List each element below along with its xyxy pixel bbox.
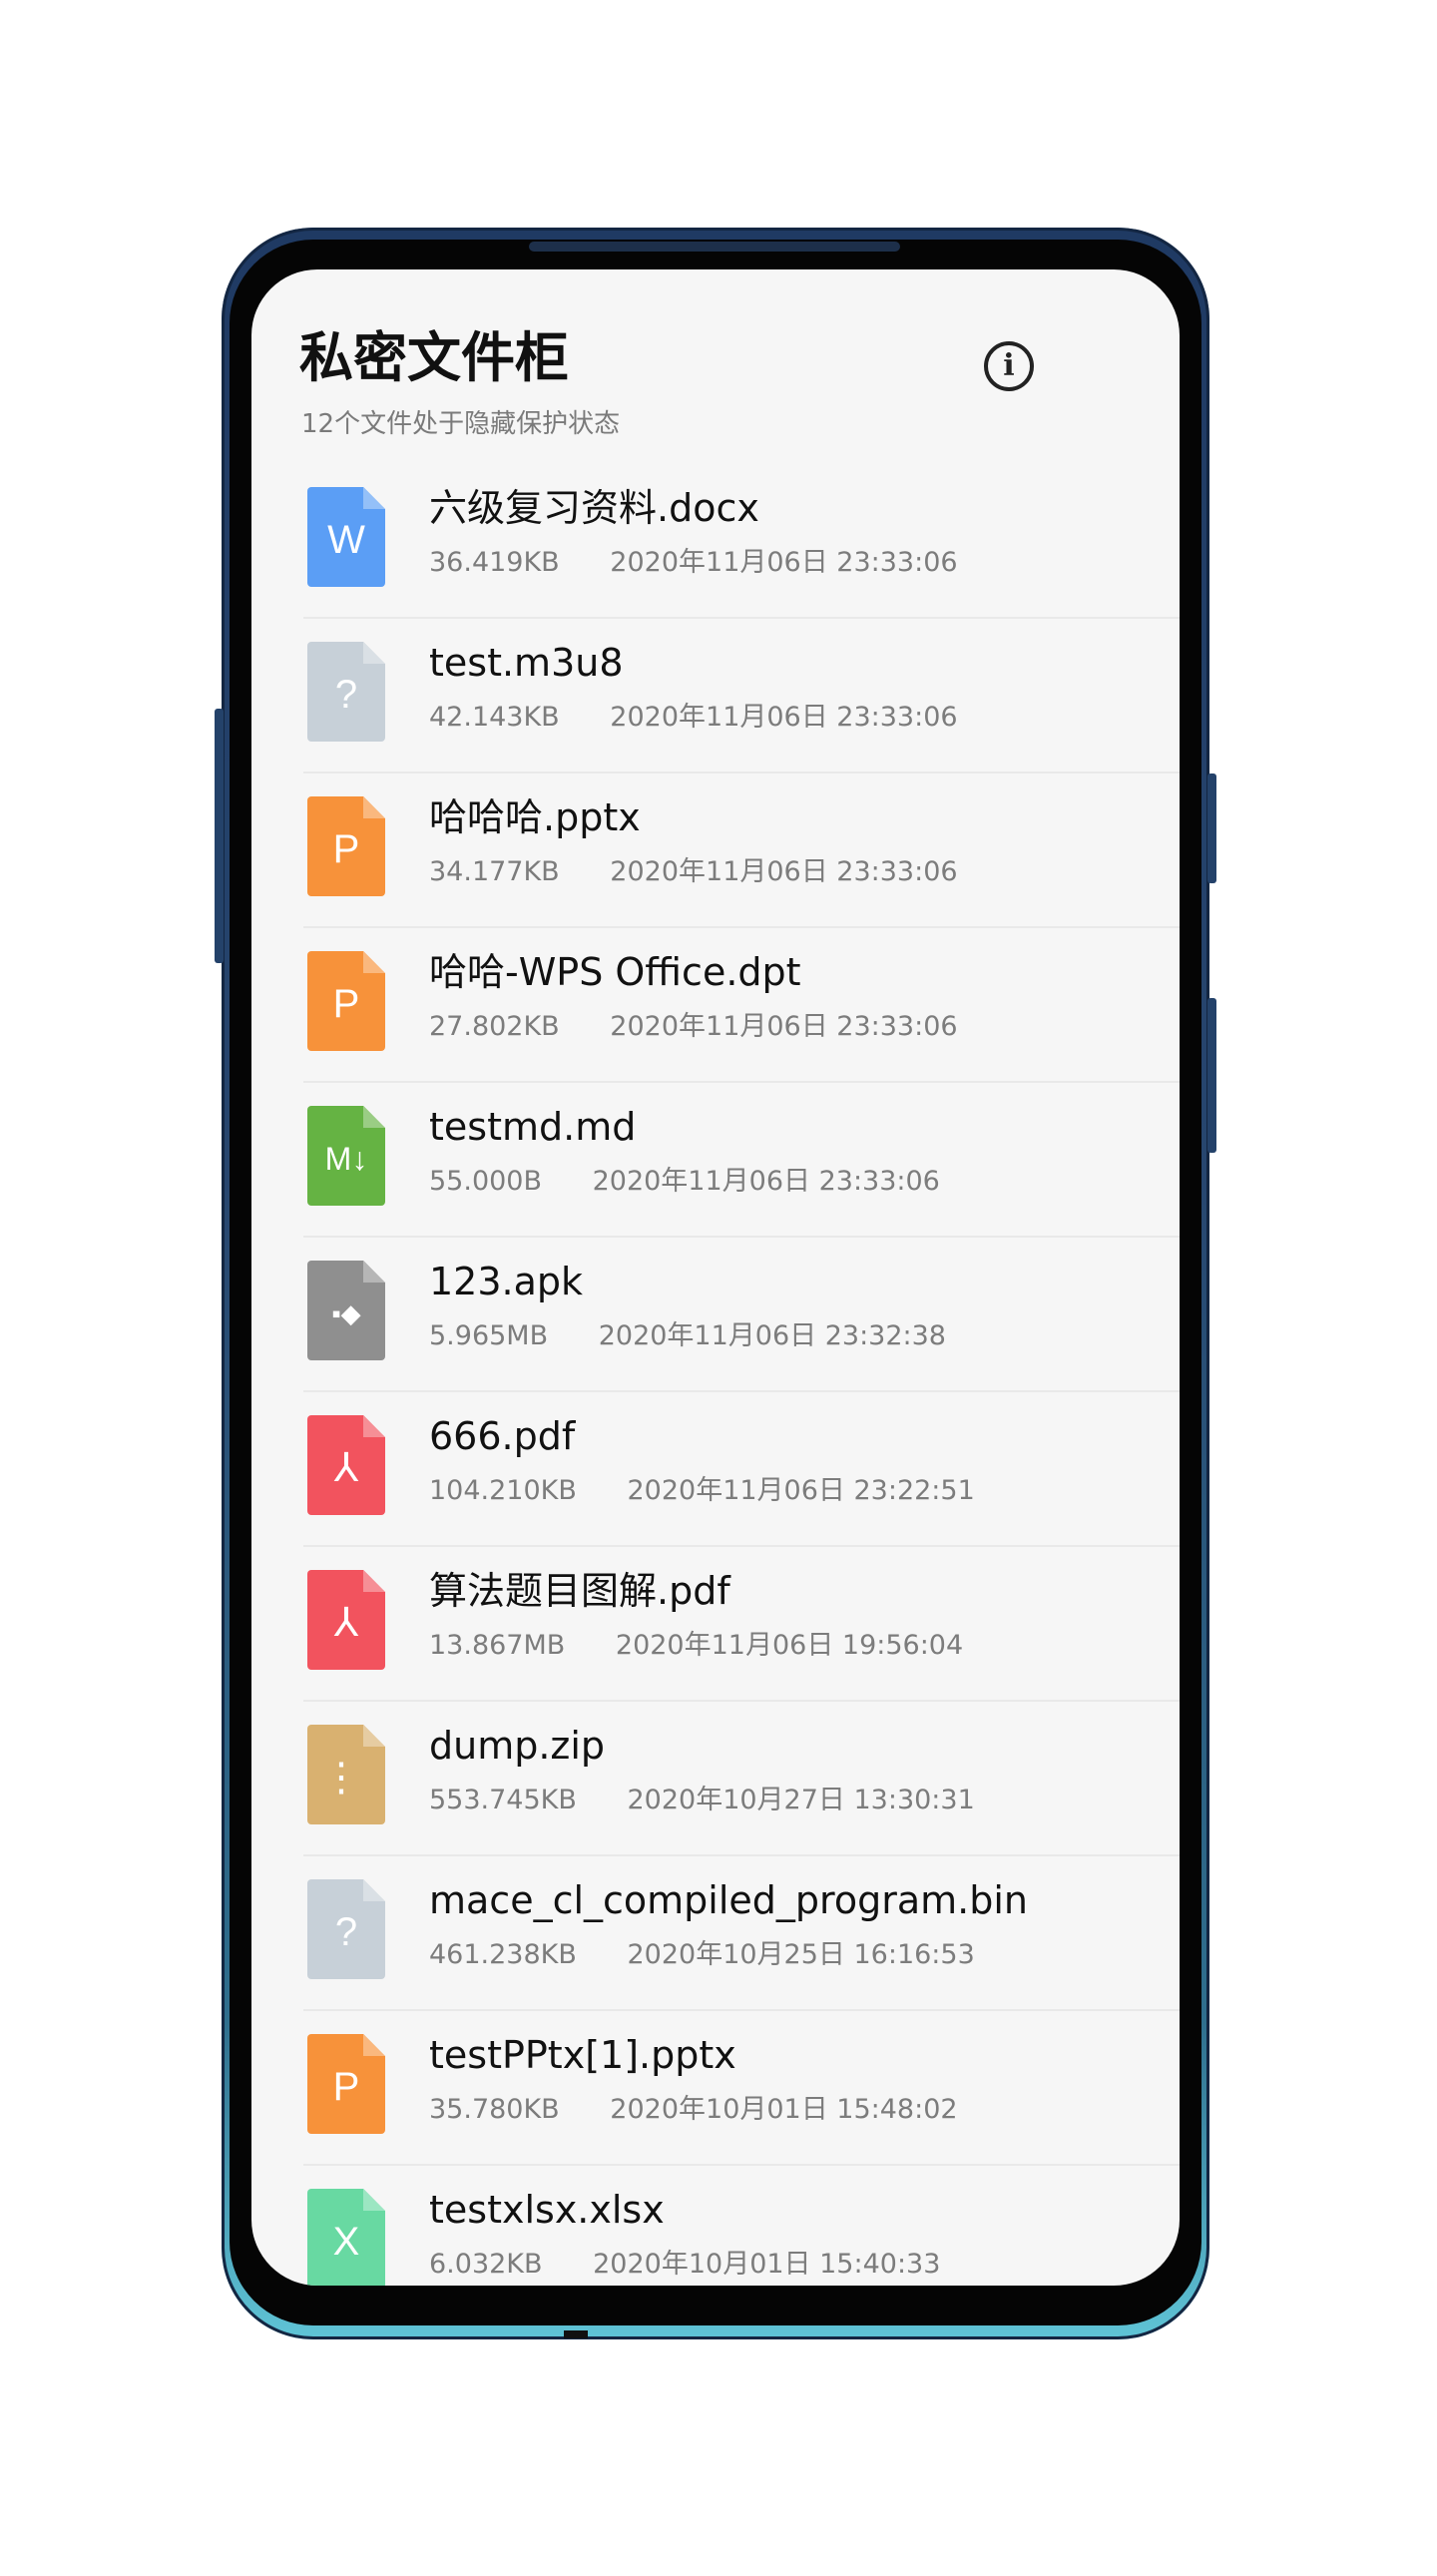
file-meta: 35.780KB 2020年10月01日 15:48:02 <box>429 2094 958 2126</box>
unknown-file-icon: ? <box>307 1879 385 1979</box>
file-name: testxlsx.xlsx <box>429 2188 665 2232</box>
file-name: 666.pdf <box>429 1414 576 1458</box>
phone-volume-button <box>1207 773 1216 883</box>
file-meta: 461.238KB 2020年10月25日 16:16:53 <box>429 1939 975 1971</box>
unknown-file-icon: ? <box>307 642 385 742</box>
file-meta: 42.143KB 2020年11月06日 23:33:06 <box>429 702 958 734</box>
phone-power-button <box>1207 998 1216 1153</box>
file-meta: 5.965MB 2020年11月06日 23:32:38 <box>429 1320 946 1352</box>
file-date: 2020年10月01日 15:40:33 <box>593 2249 941 2280</box>
pdf-icon-glyph: ⅄ <box>333 1446 359 1490</box>
apk-icon-glyph: ▪◆ <box>331 1298 361 1328</box>
file-list-item[interactable]: ? test.m3u8 42.143KB 2020年11月06日 23:33:0… <box>303 619 1180 773</box>
file-size: 34.177KB <box>429 856 560 887</box>
file-list-item[interactable]: ? mace_cl_compiled_program.bin 461.238KB… <box>303 1856 1180 2011</box>
file-name: testPPtx[1].pptx <box>429 2033 736 2077</box>
file-name: 哈哈哈.pptx <box>429 795 641 839</box>
pdf-icon-glyph: ⅄ <box>333 1601 359 1645</box>
file-date: 2020年11月06日 23:33:06 <box>592 1166 940 1197</box>
info-icon[interactable]: i <box>984 341 1034 391</box>
zip-icon: ⋮ <box>307 1725 385 1824</box>
file-size: 461.238KB <box>429 1939 577 1970</box>
excel-icon-glyph: X <box>332 2220 360 2264</box>
file-size: 55.000B <box>429 1166 542 1197</box>
phone-speaker <box>529 242 900 252</box>
file-list-item[interactable]: W 六级复习资料.docx 36.419KB 2020年11月06日 23:33… <box>303 464 1180 619</box>
file-meta: 553.745KB 2020年10月27日 13:30:31 <box>429 1785 975 1816</box>
powerpoint-icon-glyph: P <box>332 982 360 1026</box>
file-date: 2020年11月06日 23:32:38 <box>598 1320 946 1351</box>
unknown-file-icon-glyph: ? <box>334 673 358 717</box>
file-date: 2020年11月06日 23:33:06 <box>610 1011 958 1042</box>
file-meta: 6.032KB 2020年10月01日 15:40:33 <box>429 2249 940 2281</box>
file-list-item[interactable]: X testxlsx.xlsx 6.032KB 2020年10月01日 15:4… <box>303 2166 1180 2286</box>
file-meta: 55.000B 2020年11月06日 23:33:06 <box>429 1166 940 1198</box>
file-size: 42.143KB <box>429 702 560 733</box>
header: 私密文件柜 12个文件处于隐藏保护状态 i <box>251 269 1180 459</box>
zip-icon-glyph: ⋮ <box>321 1756 361 1800</box>
file-name: test.m3u8 <box>429 641 624 685</box>
file-size: 35.780KB <box>429 2094 560 2125</box>
word-icon: W <box>307 487 385 587</box>
file-size: 553.745KB <box>429 1785 577 1815</box>
powerpoint-icon: P <box>307 951 385 1051</box>
file-size: 6.032KB <box>429 2249 543 2280</box>
powerpoint-icon-glyph: P <box>332 2065 360 2109</box>
file-list-item[interactable]: P 哈哈哈.pptx 34.177KB 2020年11月06日 23:33:06 <box>303 773 1180 928</box>
unknown-file-icon-glyph: ? <box>334 1910 358 1954</box>
file-meta: 36.419KB 2020年11月06日 23:33:06 <box>429 547 958 579</box>
file-size: 36.419KB <box>429 547 560 578</box>
file-size: 104.210KB <box>429 1475 577 1506</box>
file-date: 2020年11月06日 23:22:51 <box>627 1475 975 1506</box>
file-size: 5.965MB <box>429 1320 549 1351</box>
file-name: 123.apk <box>429 1260 584 1303</box>
file-size: 13.867MB <box>429 1630 566 1661</box>
page-title: 私密文件柜 <box>299 326 569 389</box>
pdf-icon: ⅄ <box>307 1570 385 1670</box>
file-date: 2020年10月25日 16:16:53 <box>627 1939 975 1970</box>
powerpoint-icon-glyph: P <box>332 827 360 871</box>
app-screen: 私密文件柜 12个文件处于隐藏保护状态 i W 六级复习资料.docx 36.4… <box>251 269 1180 2286</box>
file-meta: 104.210KB 2020年11月06日 23:22:51 <box>429 1475 975 1507</box>
file-list-item[interactable]: ⋮ dump.zip 553.745KB 2020年10月27日 13:30:3… <box>303 1702 1180 1856</box>
pdf-icon: ⅄ <box>307 1415 385 1515</box>
file-size: 27.802KB <box>429 1011 560 1042</box>
file-name: testmd.md <box>429 1105 637 1149</box>
powerpoint-icon: P <box>307 796 385 896</box>
phone-bottom-mark <box>564 2330 588 2338</box>
phone-side-button <box>215 709 224 963</box>
file-date: 2020年11月06日 23:33:06 <box>610 702 958 733</box>
file-name: 算法题目图解.pdf <box>429 1569 730 1613</box>
apk-icon: ▪◆ <box>307 1261 385 1360</box>
file-date: 2020年11月06日 19:56:04 <box>615 1630 964 1661</box>
file-date: 2020年10月27日 13:30:31 <box>627 1785 975 1815</box>
file-meta: 13.867MB 2020年11月06日 19:56:04 <box>429 1630 963 1662</box>
markdown-icon: M↓ <box>307 1106 385 1206</box>
file-list-item[interactable]: ▪◆ 123.apk 5.965MB 2020年11月06日 23:32:38 <box>303 1238 1180 1392</box>
file-list-item[interactable]: ⅄ 算法题目图解.pdf 13.867MB 2020年11月06日 19:56:… <box>303 1547 1180 1702</box>
file-name: 六级复习资料.docx <box>429 486 759 530</box>
file-name: dump.zip <box>429 1724 606 1768</box>
word-icon-glyph: W <box>327 518 365 562</box>
file-date: 2020年11月06日 23:33:06 <box>610 547 958 578</box>
excel-icon: X <box>307 2189 385 2286</box>
file-list-item[interactable]: M↓ testmd.md 55.000B 2020年11月06日 23:33:0… <box>303 1083 1180 1238</box>
file-list-item[interactable]: ⅄ 666.pdf 104.210KB 2020年11月06日 23:22:51 <box>303 1392 1180 1547</box>
file-date: 2020年11月06日 23:33:06 <box>610 856 958 887</box>
file-name: mace_cl_compiled_program.bin <box>429 1878 1028 1922</box>
page-subtitle: 12个文件处于隐藏保护状态 <box>301 409 621 439</box>
file-list: W 六级复习资料.docx 36.419KB 2020年11月06日 23:33… <box>303 464 1180 2286</box>
powerpoint-icon: P <box>307 2034 385 2134</box>
file-name: 哈哈-WPS Office.dpt <box>429 950 801 994</box>
file-meta: 34.177KB 2020年11月06日 23:33:06 <box>429 856 958 888</box>
file-list-item[interactable]: P testPPtx[1].pptx 35.780KB 2020年10月01日 … <box>303 2011 1180 2166</box>
file-list-item[interactable]: P 哈哈-WPS Office.dpt 27.802KB 2020年11月06日… <box>303 928 1180 1083</box>
markdown-icon-glyph: M↓ <box>324 1141 368 1177</box>
file-meta: 27.802KB 2020年11月06日 23:33:06 <box>429 1011 958 1043</box>
file-date: 2020年10月01日 15:48:02 <box>610 2094 958 2125</box>
